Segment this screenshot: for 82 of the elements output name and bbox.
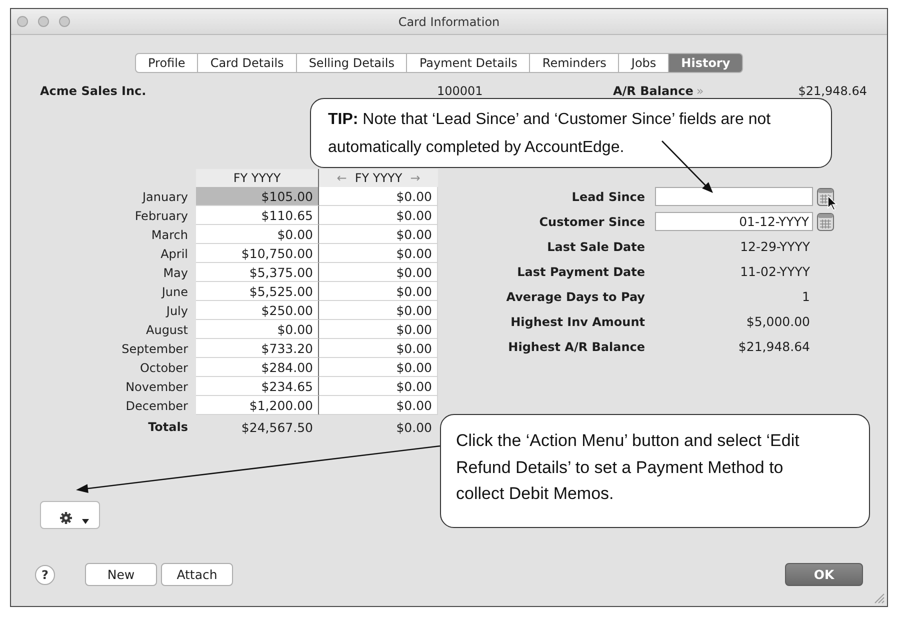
card-id: 100001 [437, 84, 484, 98]
row-label: February [134, 208, 189, 224]
new-button[interactable]: New [85, 563, 157, 586]
table-cell[interactable]: $0.00 [196, 225, 319, 244]
window-control-icon[interactable] [59, 16, 70, 27]
mouse-pointer-icon [828, 195, 838, 211]
window-title: Card Information [398, 14, 500, 28]
table-cell[interactable]: $234.65 [196, 377, 319, 396]
table-cell[interactable]: $1,200.00 [196, 396, 319, 415]
table-cell[interactable]: $0.00 [319, 377, 438, 396]
card-name: Acme Sales Inc. [40, 84, 148, 98]
field-label: Last Payment Date [516, 264, 646, 278]
table-cell[interactable]: $0.00 [319, 282, 438, 301]
table-cell[interactable]: $0.00 [319, 187, 438, 206]
table-cell[interactable]: $0.00 [319, 263, 438, 282]
table-cell[interactable]: $5,375.00 [196, 263, 319, 282]
totals-label: Totals [147, 419, 189, 436]
tab[interactable]: Card Details [198, 53, 297, 73]
table-cell[interactable]: $5,525.00 [196, 282, 319, 301]
totals-value: $0.00 [395, 418, 433, 436]
row-label: September [120, 340, 189, 358]
field-label: Last Sale Date [546, 240, 646, 254]
date-field[interactable]: 01-12-YYYY [655, 212, 813, 231]
resize-grip-icon[interactable] [874, 593, 885, 604]
row-label: April [160, 246, 189, 262]
table-cell[interactable]: $0.00 [319, 225, 438, 244]
row-label: January [140, 188, 189, 206]
totals-value: $24,567.50 [240, 418, 314, 436]
row-label: May [162, 264, 189, 282]
ok-button[interactable]: OK [785, 563, 863, 586]
table-cell[interactable]: $105.00 [196, 187, 319, 206]
tip-callout: TIP: Note that ‘Lead Since’ and ‘Customer Since’ fields are not automatically completed by AccountEdge. [310, 98, 832, 168]
field-value: 12-29-YYYY [739, 239, 811, 254]
window-control-icon[interactable] [17, 16, 28, 27]
attach-button[interactable]: Attach [161, 563, 233, 586]
balance-label: A/R Balance [613, 84, 694, 98]
row-label: October [138, 360, 189, 376]
annotation-callout: Click the ‘Action Menu’ button and select ‘Edit Refund Details’ to set a Payment Method to collect Debit Memos. [440, 414, 870, 528]
field-value: $5,000.00 [745, 314, 811, 329]
row-label: March [150, 226, 189, 244]
column-title: FY YYYY [354, 171, 402, 185]
tab[interactable]: Payment Details [407, 53, 530, 73]
date-field[interactable] [655, 187, 813, 206]
field-label: Highest Inv Amount [510, 314, 646, 328]
field-label: Average Days to Pay [505, 290, 646, 304]
field-label: Highest A/R Balance [507, 340, 646, 354]
gear-icon [60, 512, 72, 524]
row-label: July [164, 302, 189, 320]
row-label: June [160, 284, 189, 300]
tab[interactable]: History [669, 53, 744, 73]
caret-icon [82, 519, 88, 524]
window-control-icon[interactable] [38, 16, 49, 27]
row-label: November [124, 378, 189, 396]
field-value: $21,948.64 [737, 339, 811, 354]
tab[interactable]: Reminders [530, 53, 620, 73]
table-cell[interactable]: $110.65 [196, 206, 319, 225]
table-cell[interactable]: $250.00 [196, 301, 319, 320]
table-cell[interactable]: $0.00 [319, 301, 438, 320]
balance-value: $21,948.64 [798, 84, 867, 98]
tab[interactable]: Selling Details [296, 53, 408, 73]
field-value: 1 [801, 289, 811, 304]
tab[interactable]: Profile [135, 53, 198, 73]
field-value: 11-02-YYYY [739, 264, 811, 279]
table-cell[interactable]: $0.00 [319, 244, 438, 263]
table-cell[interactable]: $733.20 [196, 339, 319, 358]
table-cell[interactable]: $0.00 [319, 339, 438, 358]
field-label: Customer Since [538, 214, 646, 228]
table-cell[interactable]: $0.00 [319, 206, 438, 225]
table-cell[interactable]: $0.00 [319, 320, 438, 339]
table-cell[interactable]: $0.00 [196, 320, 319, 339]
table-cell[interactable]: $10,750.00 [196, 244, 319, 263]
row-label: August [145, 322, 189, 338]
field-label: Lead Since [570, 190, 646, 204]
tab[interactable]: Jobs [619, 53, 670, 73]
table-cell[interactable]: $0.00 [319, 358, 438, 377]
help-button[interactable]: ? [35, 564, 55, 584]
row-label: December [124, 398, 189, 414]
action-menu-button[interactable] [40, 501, 100, 529]
table-cell[interactable]: $0.00 [319, 396, 438, 415]
column-header: FY YYYY [196, 169, 319, 187]
table-cell[interactable]: $284.00 [196, 358, 319, 377]
pointer-arrow [662, 140, 713, 193]
